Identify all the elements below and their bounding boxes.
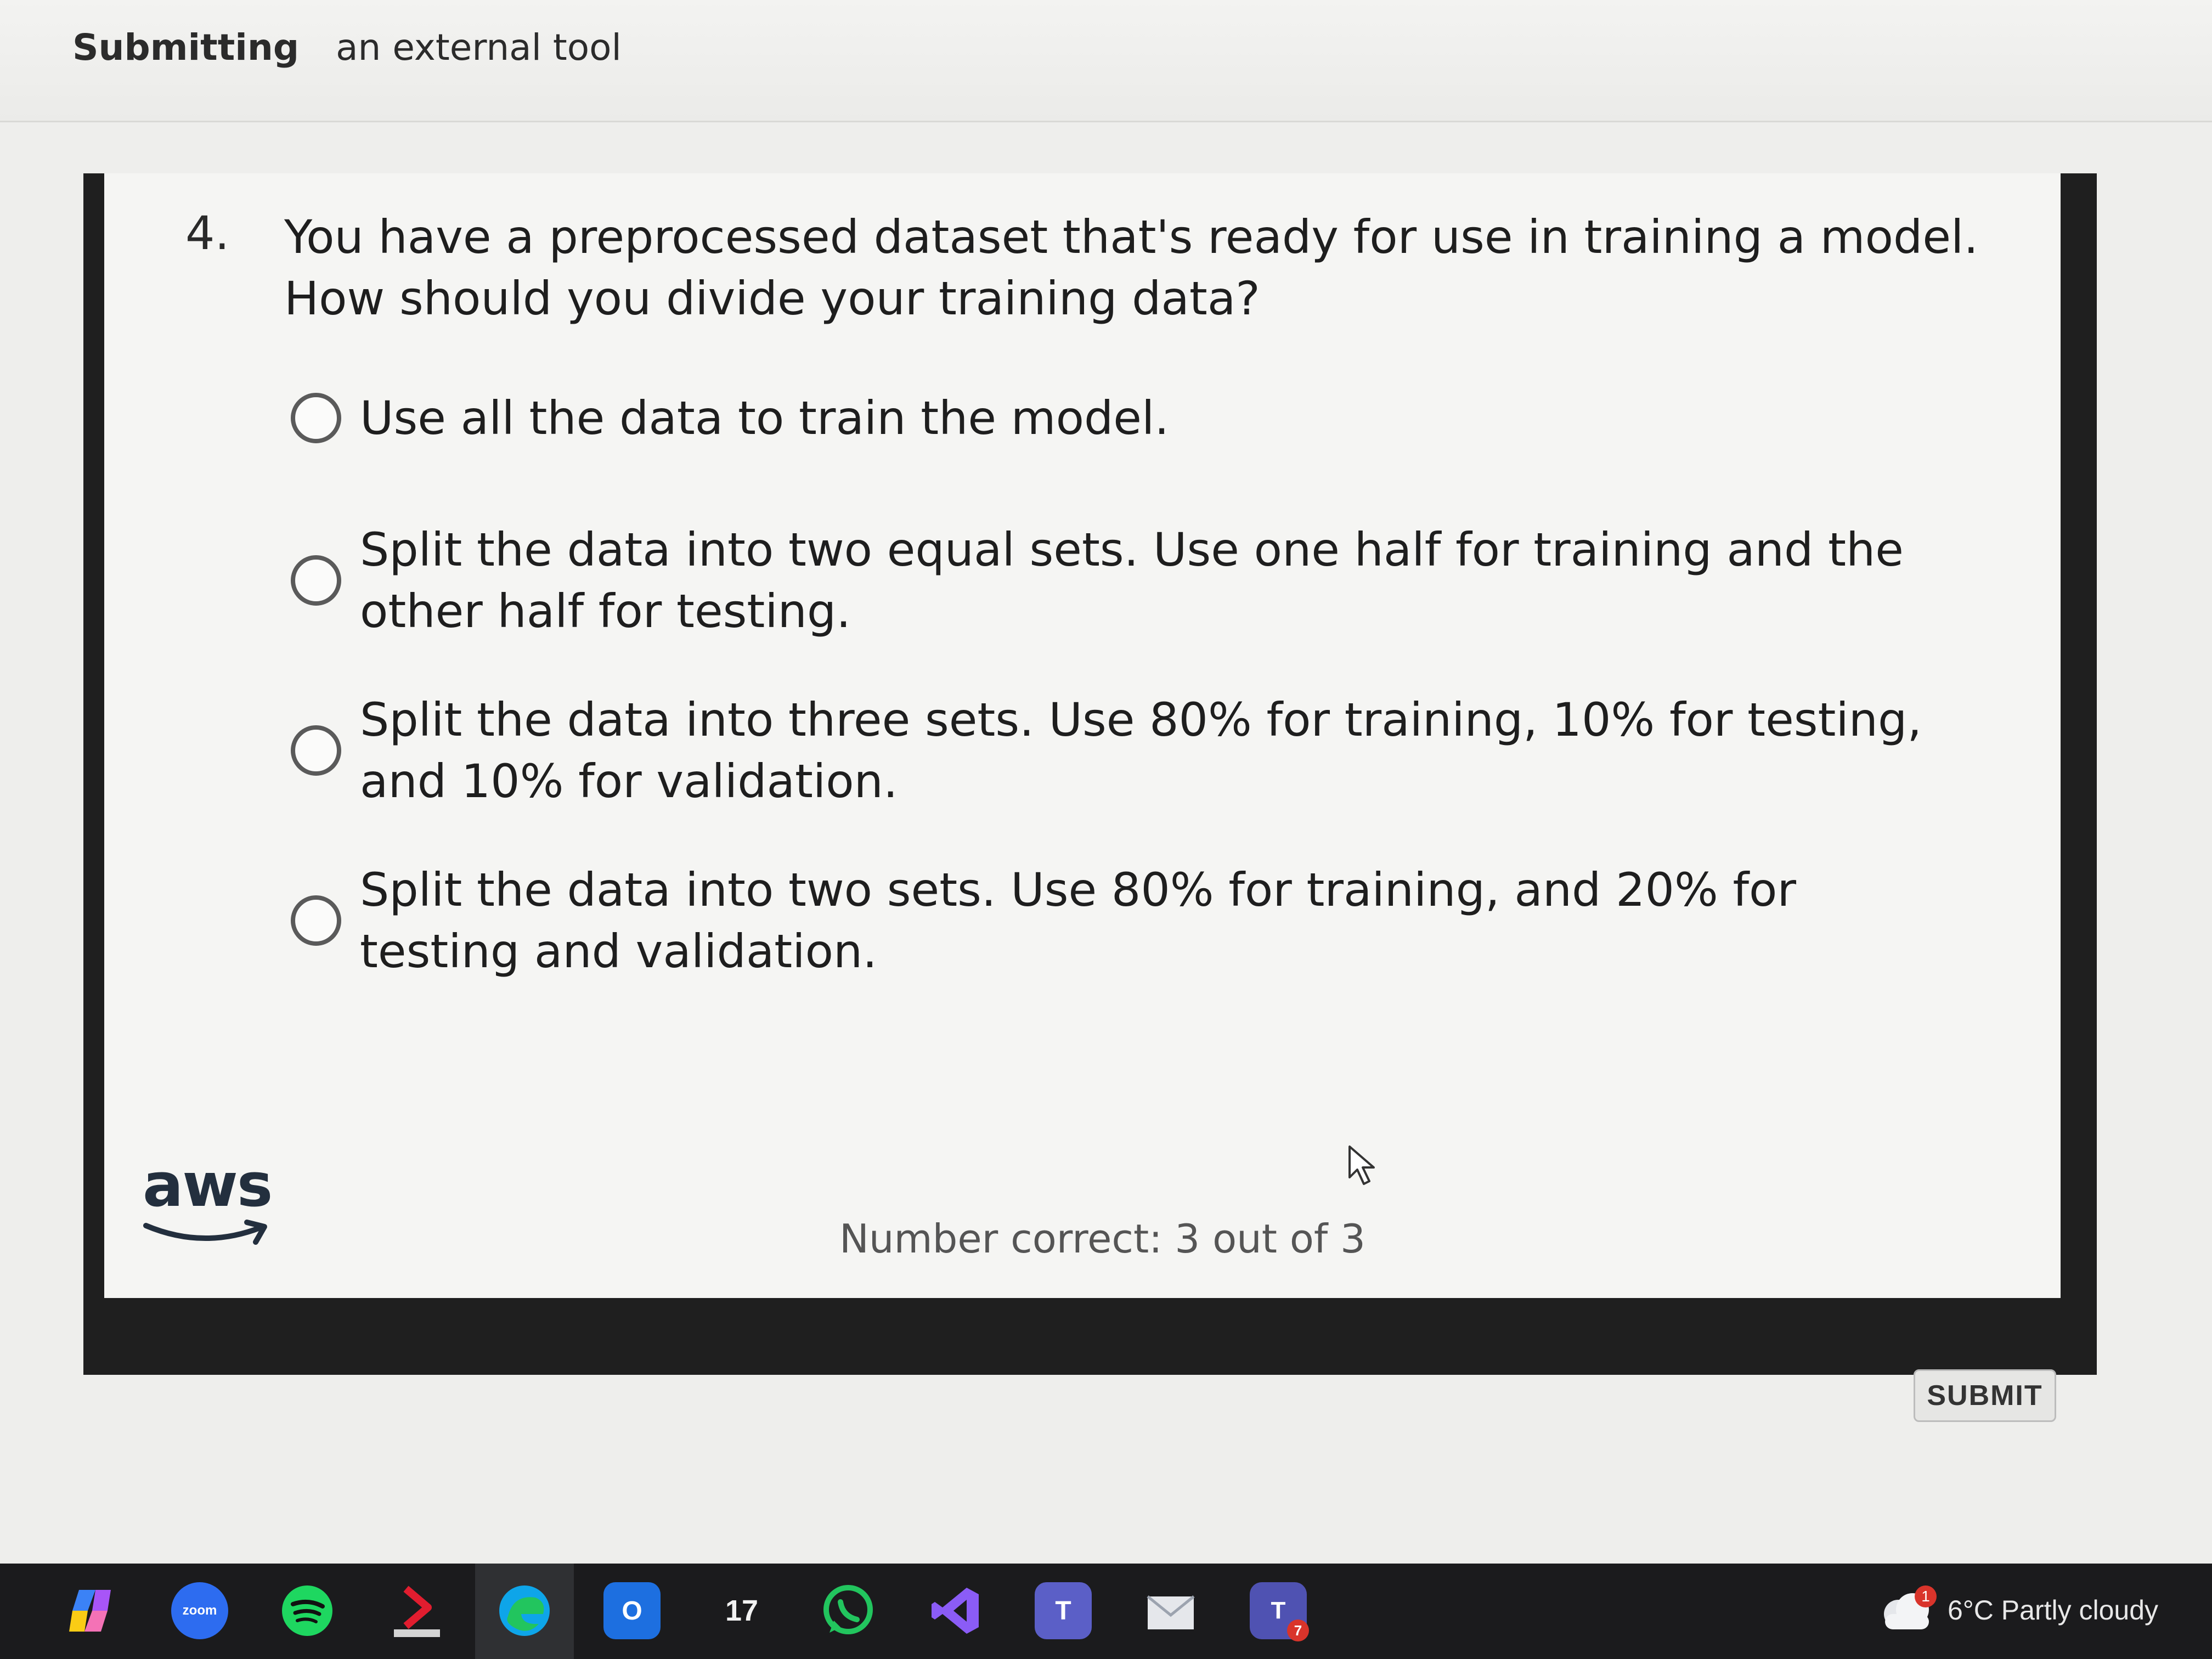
answer-option-label: Split the data into three sets. Use 80% …: [360, 693, 1922, 808]
teams-classic-icon[interactable]: T 7: [1250, 1582, 1309, 1641]
weather-alert-badge: 1: [1915, 1585, 1937, 1607]
answer-option-label: Split the data into two sets. Use 80% fo…: [360, 863, 1796, 978]
tradingview-icon[interactable]: 17: [713, 1582, 770, 1639]
radio-button[interactable]: [291, 555, 341, 606]
whatsapp-icon[interactable]: [820, 1582, 877, 1639]
quiz-frame: 4. You have a preprocessed dataset that'…: [83, 173, 2097, 1422]
visual-studio-icon[interactable]: [927, 1582, 984, 1639]
weather-widget[interactable]: 1 6°C Partly cloudy: [1876, 1585, 2158, 1635]
answer-option-label: Use all the data to train the model.: [360, 391, 1170, 445]
weather-cloud-icon: 1: [1876, 1585, 1937, 1635]
answer-option-3[interactable]: Split the data into three sets. Use 80% …: [291, 689, 1937, 812]
mouse-pointer-icon: [1348, 1146, 1375, 1185]
aws-logo: aws: [143, 1150, 285, 1249]
answer-option-4[interactable]: Split the data into two sets. Use 80% fo…: [291, 859, 1937, 982]
radio-button[interactable]: [291, 393, 341, 443]
question-number: 4.: [185, 206, 230, 260]
radio-button[interactable]: [291, 725, 341, 776]
taskbar: zoom O 17 T T 7 1 6°C Partly cloudy: [0, 1564, 2212, 1659]
outlook-icon-label: O: [622, 1596, 642, 1626]
answer-option-label: Split the data into two equal sets. Use …: [360, 523, 1904, 638]
score-text: Number correct: 3 out of 3: [839, 1216, 1365, 1262]
aws-smile-icon: [143, 1220, 267, 1245]
outlook-icon[interactable]: O: [603, 1582, 661, 1639]
mail-icon[interactable]: [1142, 1582, 1199, 1639]
notification-badge: 7: [1287, 1620, 1309, 1641]
edge-icon[interactable]: [496, 1582, 553, 1639]
breadcrumb-context: an external tool: [336, 26, 622, 69]
zoom-icon[interactable]: zoom: [171, 1582, 228, 1639]
pdf-reader-icon[interactable]: [388, 1582, 445, 1639]
quiz-card: 4. You have a preprocessed dataset that'…: [104, 173, 2061, 1298]
top-bar: Submitting an external tool: [0, 0, 2212, 122]
submit-button[interactable]: SUBMIT: [1914, 1369, 2056, 1422]
radio-button[interactable]: [291, 895, 341, 946]
teams-icon[interactable]: T: [1035, 1582, 1092, 1639]
answer-option-1[interactable]: Use all the data to train the model.: [291, 387, 1937, 449]
question-text: You have a preprocessed dataset that's r…: [284, 210, 1979, 325]
aws-logo-text: aws: [143, 1150, 273, 1220]
teams-icon-label: T: [1055, 1596, 1071, 1626]
breadcrumb-current: Submitting: [72, 26, 300, 69]
tradingview-icon-label: 17: [725, 1594, 759, 1627]
spotify-icon[interactable]: [279, 1582, 336, 1639]
copilot-icon[interactable]: [61, 1582, 119, 1639]
zoom-icon-label: zoom: [182, 1603, 217, 1618]
weather-text: 6°C Partly cloudy: [1948, 1595, 2159, 1626]
answer-option-2[interactable]: Split the data into two equal sets. Use …: [291, 519, 1937, 642]
teams-classic-icon-label: T: [1271, 1597, 1286, 1624]
breadcrumb: Submitting an external tool: [72, 26, 622, 69]
